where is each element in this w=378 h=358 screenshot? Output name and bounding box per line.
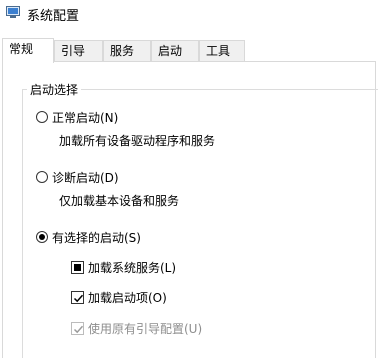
load-system-services-label[interactable]: 加载系统服务(L) — [88, 259, 176, 276]
normal-startup-description: 加载所有设备驱动程序和服务 — [59, 134, 216, 148]
load-startup-items-checkbox[interactable] — [71, 291, 84, 304]
load-startup-items-label[interactable]: 加载启动项(O) — [88, 289, 167, 306]
checkmark-icon — [73, 325, 84, 334]
normal-startup-radio[interactable] — [36, 111, 48, 123]
checkmark-icon — [73, 294, 84, 303]
tab-services[interactable]: 服务 — [103, 40, 151, 62]
normal-startup-label[interactable]: 正常启动(N) — [52, 109, 118, 126]
diagnostic-startup-description: 仅加载基本设备和服务 — [59, 194, 180, 208]
tab-boot[interactable]: 引导 — [54, 40, 103, 62]
tab-tools[interactable]: 工具 — [199, 40, 245, 62]
load-system-services-checkbox[interactable] — [71, 261, 84, 274]
tab-strip: 常规 引导 服务 启动 工具 — [0, 38, 378, 63]
selective-startup-label[interactable]: 有选择的启动(S) — [52, 229, 141, 246]
selective-startup-radio[interactable] — [36, 231, 48, 243]
title-bar: 系统配置 — [0, 0, 378, 28]
diagnostic-startup-label[interactable]: 诊断启动(D) — [52, 169, 119, 186]
system-config-icon — [6, 6, 20, 18]
diagnostic-startup-radio[interactable] — [36, 171, 48, 183]
tab-startup[interactable]: 启动 — [151, 40, 199, 62]
startup-selection-legend: 启动选择 — [27, 81, 82, 98]
window-title: 系统配置 — [27, 9, 80, 24]
startup-selection-group — [22, 89, 378, 358]
use-original-boot-config-label: 使用原有引导配置(U) — [88, 322, 203, 336]
use-original-boot-config-checkbox — [71, 322, 84, 335]
tab-general[interactable]: 常规 — [2, 38, 54, 63]
